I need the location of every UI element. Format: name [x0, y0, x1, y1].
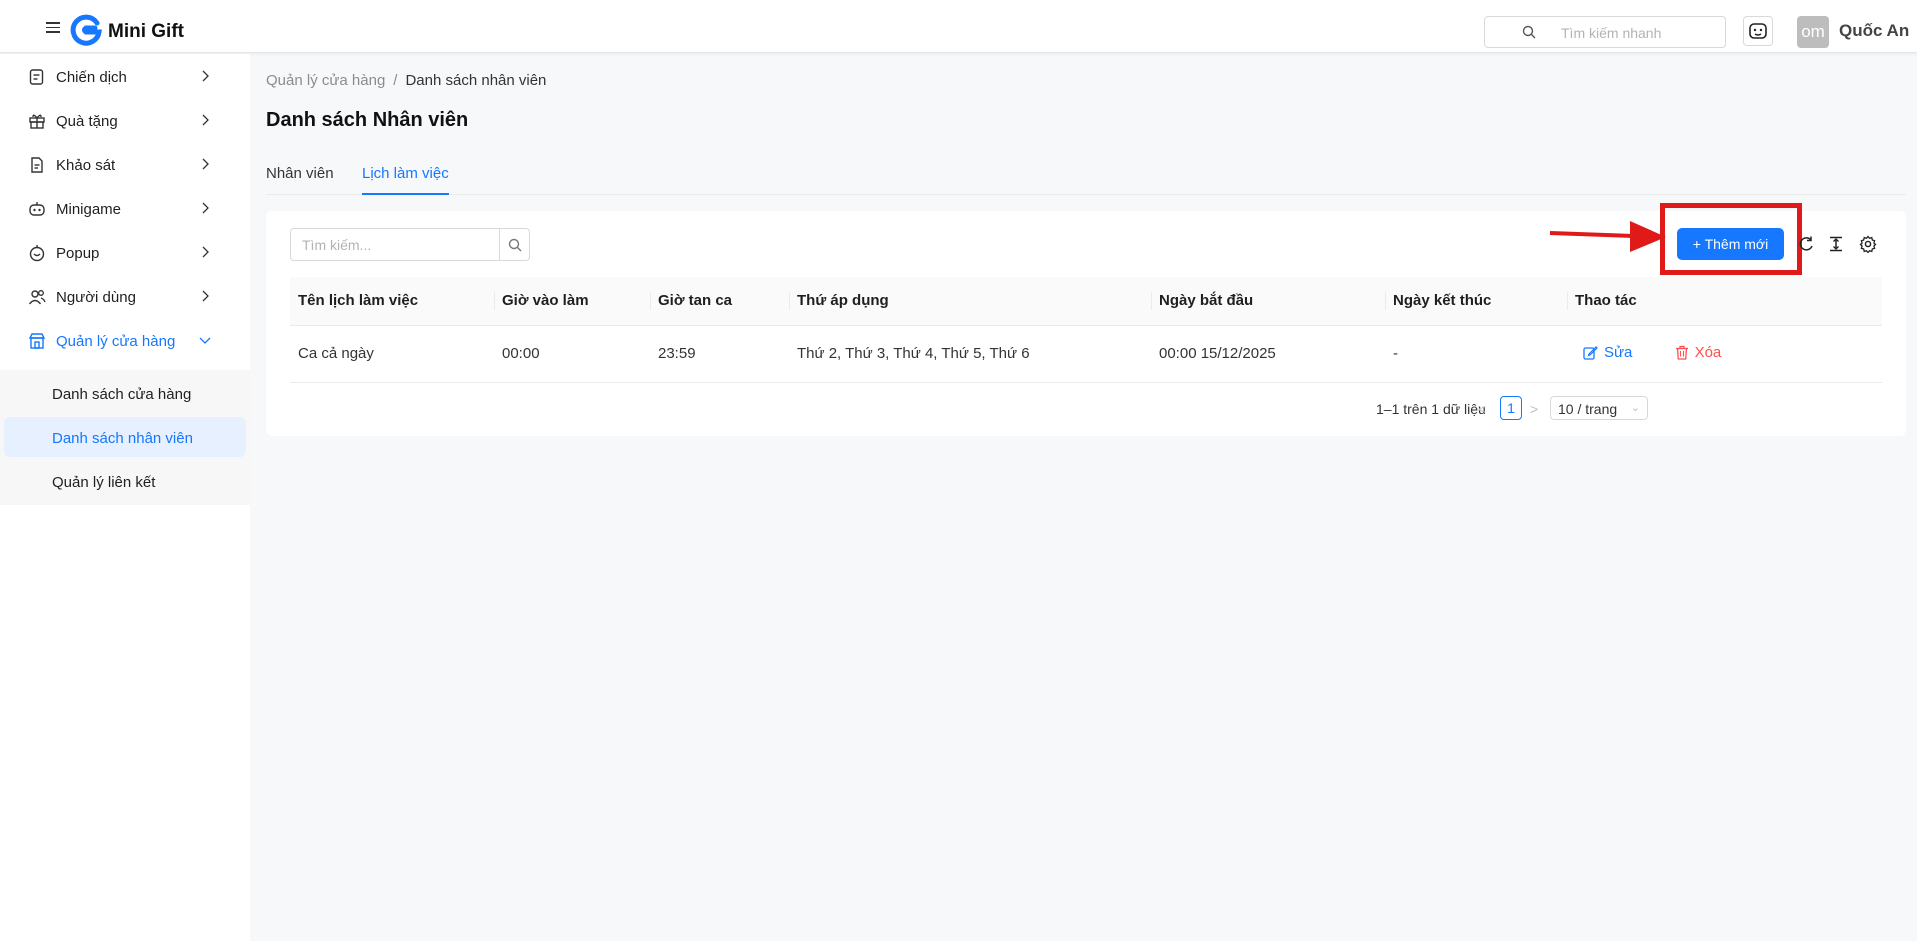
page-title: Danh sách Nhân viên: [266, 109, 469, 131]
search-icon: [508, 238, 521, 251]
sidebar-item-gifts[interactable]: Quà tặng: [0, 100, 250, 140]
edit-label: Sửa: [1604, 343, 1633, 361]
assistant-button[interactable]: [1743, 16, 1773, 46]
column-header: Tên lịch làm việc: [290, 277, 494, 326]
popup-icon: [29, 245, 45, 262]
table-search-input[interactable]: [290, 228, 500, 261]
quick-search[interactable]: [1484, 16, 1726, 48]
top-header: Mini Gift om Quốc An: [0, 0, 1917, 53]
cell-schedule-name: Ca cả ngày: [290, 325, 494, 383]
column-header: Ngày kết thúc: [1385, 277, 1567, 326]
schedule-card: + Thêm mới Tên lịch làm việc Giờ vào làm…: [266, 203, 1906, 436]
add-new-button[interactable]: + Thêm mới: [1677, 228, 1784, 260]
cell-start-date: 00:00 15/12/2025: [1151, 325, 1385, 383]
store-submenu: Danh sách cửa hàng Danh sách nhân viên Q…: [0, 370, 250, 505]
campaign-icon: [29, 69, 44, 85]
page-size-value: 10 / trang: [1558, 401, 1618, 417]
sidebar-subitem-link-management[interactable]: Quản lý liên kết: [4, 461, 246, 501]
chevron-right-icon: [202, 158, 209, 170]
tab-staff[interactable]: Nhân viên: [266, 165, 334, 195]
sidebar-item-label: Minigame: [56, 201, 122, 218]
sidebar-item-survey[interactable]: Khảo sát: [0, 144, 250, 184]
sidebar-subitem-staff-list[interactable]: Danh sách nhân viên: [4, 417, 246, 457]
cell-actions: Sửa Xóa: [1567, 325, 1882, 383]
sidebar-item-label: Quà tặng: [56, 113, 118, 130]
tabs: Nhân viên Lịch làm việc: [266, 160, 1906, 195]
column-header: Thao tác: [1567, 277, 1882, 326]
edit-button[interactable]: Sửa: [1583, 344, 1632, 361]
pagination-total: 1–1 trên 1 dữ liệu: [1376, 401, 1486, 417]
sidebar-item-campaign[interactable]: Chiến dịch: [0, 56, 250, 96]
pagination: 1–1 trên 1 dữ liệu < 1 > 10 / trang ⌄: [1376, 396, 1882, 422]
sidebar-item-label: Popup: [56, 245, 100, 262]
cell-start-time: 00:00: [494, 325, 650, 383]
breadcrumb-current: Danh sách nhân viên: [405, 72, 547, 89]
settings-icon[interactable]: [1859, 235, 1877, 253]
table-row: Ca cả ngày 00:00 23:59 Thứ 2, Thứ 3, Thứ…: [290, 325, 1882, 383]
gift-icon: [29, 114, 45, 129]
sidebar-item-users[interactable]: Người dùng: [0, 276, 250, 316]
delete-label: Xóa: [1694, 343, 1722, 361]
breadcrumb-parent[interactable]: Quản lý cửa hàng: [266, 72, 385, 89]
store-icon: [28, 333, 46, 349]
pagination-page-1[interactable]: 1: [1500, 396, 1522, 420]
cell-end-time: 23:59: [650, 325, 789, 383]
cell-days: Thứ 2, Thứ 3, Thứ 4, Thứ 5, Thứ 6: [789, 325, 1151, 383]
sidebar-item-label: Khảo sát: [56, 157, 116, 174]
chevron-right-icon: [202, 202, 209, 214]
chevron-right-icon: [202, 246, 209, 258]
menu-toggle-icon[interactable]: [46, 22, 60, 34]
chevron-right-icon: [202, 70, 209, 82]
trash-icon: [1675, 345, 1688, 360]
chevron-down-icon: [199, 337, 211, 344]
avatar[interactable]: om: [1797, 16, 1829, 48]
tab-work-schedule[interactable]: Lịch làm việc: [362, 165, 449, 195]
sidebar-subitem-store-list[interactable]: Danh sách cửa hàng: [4, 373, 246, 413]
users-icon: [28, 290, 46, 305]
survey-icon: [31, 157, 43, 173]
username[interactable]: Quốc An: [1839, 21, 1909, 41]
sidebar-item-popup[interactable]: Popup: [0, 232, 250, 272]
sidebar-subitem-label: Quản lý liên kết: [52, 474, 156, 491]
sidebar-subitem-label: Danh sách nhân viên: [52, 430, 193, 447]
sidebar-item-label: Người dùng: [56, 289, 136, 306]
chevron-down-icon: ⌄: [1630, 402, 1640, 414]
schedule-table: Tên lịch làm việc Giờ vào làm Giờ tan ca…: [290, 277, 1882, 383]
annotation-arrow: [1549, 221, 1666, 252]
delete-button[interactable]: Xóa: [1675, 343, 1722, 361]
page-size-select[interactable]: 10 / trang ⌄: [1550, 396, 1648, 420]
breadcrumb: Quản lý cửa hàng / Danh sách nhân viên: [266, 72, 546, 89]
sidebar-item-label: Chiến dịch: [56, 69, 127, 86]
game-icon: [29, 202, 45, 216]
sidebar-subitem-label: Danh sách cửa hàng: [52, 386, 192, 403]
column-height-icon[interactable]: [1827, 235, 1845, 253]
table-search-button[interactable]: [499, 228, 530, 261]
sidebar-item-minigame[interactable]: Minigame: [0, 188, 250, 228]
edit-icon: [1583, 345, 1598, 360]
search-icon: [1522, 25, 1536, 39]
quick-search-input[interactable]: [1561, 23, 1711, 43]
table-header-row: Tên lịch làm việc Giờ vào làm Giờ tan ca…: [290, 277, 1882, 326]
table-search: [290, 228, 530, 261]
column-header: Giờ tan ca: [650, 277, 789, 326]
breadcrumb-separator: /: [393, 72, 398, 89]
brand-logo: [70, 14, 102, 46]
pagination-next-icon[interactable]: >: [1530, 401, 1538, 417]
sidebar: Chiến dịch Quà tặng Khảo sát Minigame Po…: [0, 54, 250, 941]
sidebar-item-store-management[interactable]: Quản lý cửa hàng: [0, 320, 250, 360]
cell-end-date: -: [1385, 325, 1567, 383]
column-header: Ngày bắt đầu: [1151, 277, 1385, 326]
brand-name: Mini Gift: [108, 21, 184, 42]
chevron-right-icon: [202, 114, 209, 126]
pagination-prev-icon[interactable]: <: [1478, 401, 1486, 417]
robot-icon: [1749, 23, 1767, 39]
sidebar-item-label: Quản lý cửa hàng: [56, 333, 176, 350]
chevron-right-icon: [202, 290, 209, 302]
column-header: Thứ áp dụng: [789, 277, 1151, 326]
column-header: Giờ vào làm: [494, 277, 650, 326]
reload-icon[interactable]: [1797, 235, 1815, 253]
